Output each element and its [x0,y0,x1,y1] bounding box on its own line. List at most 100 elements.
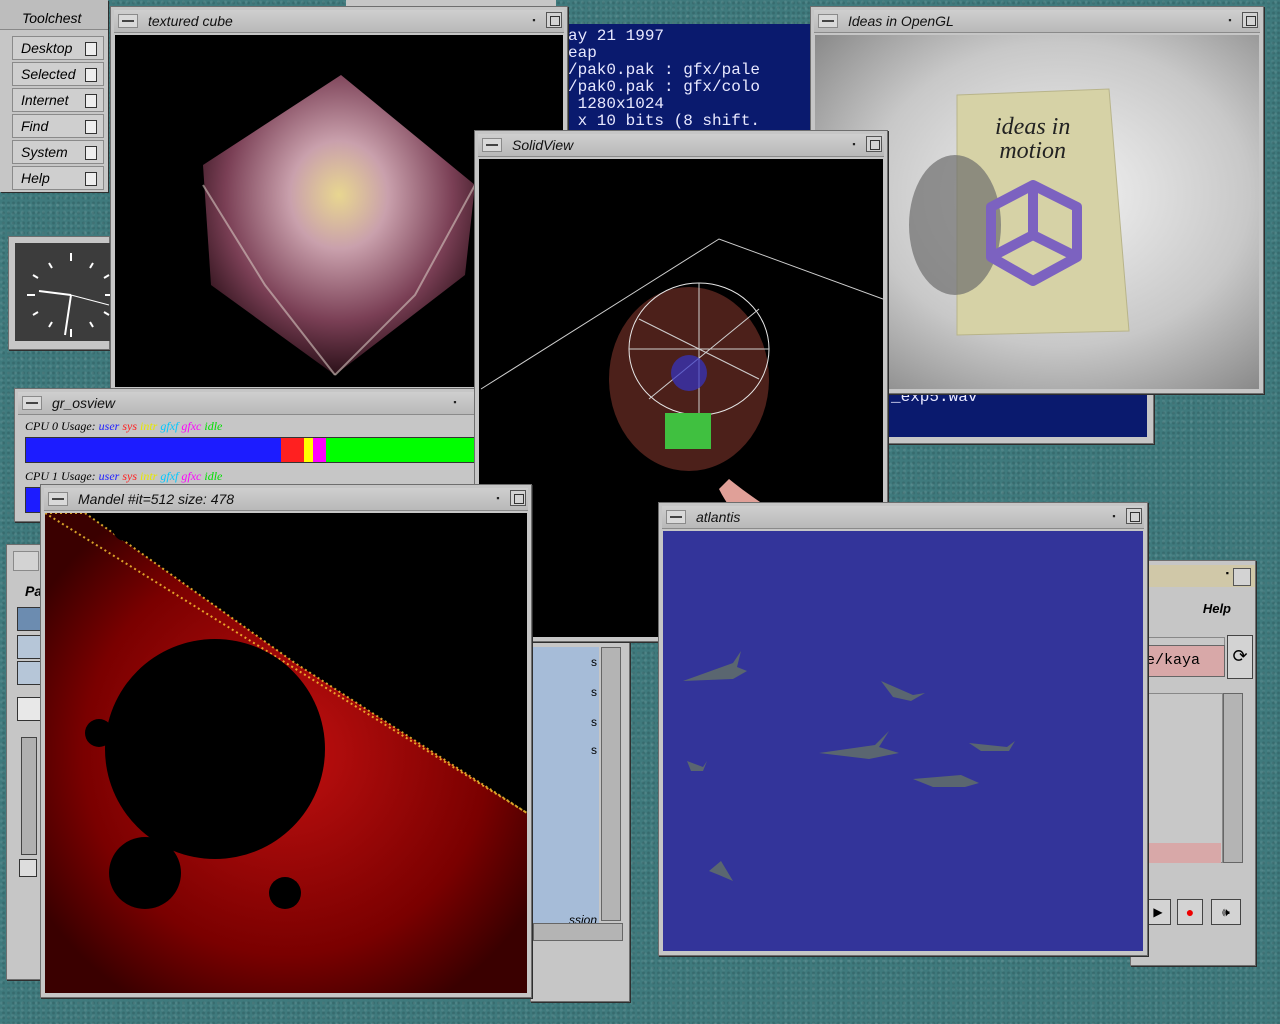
drawer-icon [85,42,97,56]
toolchest-item-help[interactable]: Help [12,166,104,190]
legend-sys: sys [122,419,138,433]
toolchest-item-find[interactable]: Find [12,114,104,138]
title-bar[interactable]: Ideas in OpenGL ▪ [814,10,1260,33]
window-title: atlantis [696,509,741,525]
minimize-button[interactable]: ▪ [1222,13,1238,28]
toolchest-item-system[interactable]: System [12,140,104,164]
list-item[interactable]: s [591,685,597,699]
record-icon[interactable]: ● [1177,899,1203,925]
minimize-button[interactable]: ▪ [1106,509,1122,524]
maximize-button[interactable] [1126,508,1142,524]
face-icon[interactable] [17,697,41,721]
title-bar[interactable]: SolidView ▪ [478,134,884,157]
toolchest-item-label: Help [21,170,50,186]
legend-sys: sys [122,469,138,483]
mandelbrot-fractal [45,513,527,993]
maximize-button[interactable] [510,490,526,506]
render-canvas[interactable] [45,513,527,993]
legend-intr: intr [140,469,158,483]
legend-idle: idle [204,469,223,483]
window-menu-button[interactable] [118,14,138,28]
toolchest-item-desktop[interactable]: Desktop [12,36,104,60]
window-menu-button[interactable] [22,396,42,410]
clock-window[interactable] [8,236,111,350]
toolchest-item-internet[interactable]: Internet [12,88,104,112]
window-menu-button[interactable] [482,138,502,152]
minimize-button[interactable]: ▪ [490,491,506,506]
window-menu-button[interactable] [818,14,838,28]
maximize-button[interactable] [1233,568,1251,586]
file-list: s s s s ssion [533,647,599,937]
maximize-button[interactable] [1242,12,1258,28]
legend-gfxf: gfxf [160,419,179,433]
cpu0-usage-label: CPU 0 Usage: user sys intr gfxf gfxc idl… [25,419,223,433]
clock-icon [27,253,111,337]
horizontal-scrollbar[interactable] [533,923,623,941]
toolchest-item-label: Find [21,118,49,134]
legend-user: user [98,469,120,483]
poster-text: ideas in motion [995,114,1071,164]
refresh-icon[interactable]: ⟳ [1227,635,1253,679]
scrollbar[interactable] [1223,693,1243,863]
cpu0-sys-segment [281,438,304,462]
mandel-window[interactable]: Mandel #it=512 size: 478 ▪ [40,484,532,998]
toolchest-item-label: System [21,144,68,160]
stop-icon[interactable] [19,859,37,877]
title-bar[interactable]: Mandel #it=512 size: 478 ▪ [44,488,528,511]
window-title: gr_osview [52,395,116,411]
maximize-button[interactable] [546,12,562,28]
title-bar[interactable]: gr_osview ▪ [18,392,475,415]
list-item[interactable]: s [591,715,597,729]
cpu0-user-segment [26,438,282,462]
scrollbar[interactable] [601,647,621,921]
window-title: Ideas in OpenGL [848,13,954,29]
list-item[interactable]: s [591,655,597,669]
title-bar[interactable]: ▪ [1131,565,1255,587]
detail-view-icon[interactable] [17,661,41,685]
play-icon[interactable]: ▶ [1145,899,1171,925]
shark-icon [819,731,899,759]
cpu1-usage-label: CPU 1 Usage: user sys intr gfxf gfxc idl… [25,469,223,483]
toolchest-item-label: Selected [21,66,76,82]
terminal-window-top[interactable]: ay 21 1997 eap /pak0.pak : gfx/pale /pak… [560,24,814,134]
shark-icon [913,775,979,787]
render-canvas[interactable] [663,531,1143,951]
shark-scene [683,651,1015,881]
speaker-icon[interactable]: 🕪 [1211,899,1241,925]
view-icon[interactable] [17,607,41,631]
sound-tool-window[interactable]: ▪ Help e/kaya ⟳ ▶ ● 🕪 [1130,560,1256,966]
file-manager-window[interactable]: s s s s ssion [530,640,630,1002]
path-field[interactable]: e/kaya [1145,645,1225,677]
window-title: Mandel #it=512 size: 478 [78,491,235,507]
atlantis-window[interactable]: atlantis ▪ [658,502,1148,956]
window-menu-button[interactable] [48,492,68,506]
minimize-button[interactable]: ▪ [1226,568,1229,578]
shark-icon [881,681,925,701]
selected-row[interactable] [1145,843,1221,863]
shark-icon [687,761,707,771]
list-view-icon[interactable] [17,635,41,659]
minimize-button[interactable]: ▪ [846,137,862,152]
legend-user: user [98,419,120,433]
legend-gfxc: gfxc [181,419,202,433]
window-menu-button[interactable] [666,510,686,524]
cpu0-usage-bar [25,437,475,463]
drawer-icon [85,94,97,108]
zoom-slider[interactable] [21,737,37,855]
minimize-button[interactable]: ▪ [526,13,542,28]
list-item[interactable]: s [591,743,597,757]
toolchest-item-label: Internet [21,92,69,108]
list-area [1145,693,1223,863]
help-menu[interactable]: Help [1203,601,1231,616]
toolchest-item-selected[interactable]: Selected [12,62,104,86]
shark-icon [683,651,747,681]
menu-button[interactable] [13,551,39,571]
title-bar[interactable]: textured cube ▪ [114,10,564,33]
drawer-icon [85,120,97,134]
legend-gfxf: gfxf [160,469,179,483]
legend-idle: idle [204,419,223,433]
window-title: textured cube [148,13,233,29]
minimize-button[interactable]: ▪ [447,395,463,410]
title-bar[interactable]: atlantis ▪ [662,506,1144,529]
maximize-button[interactable] [866,136,882,152]
